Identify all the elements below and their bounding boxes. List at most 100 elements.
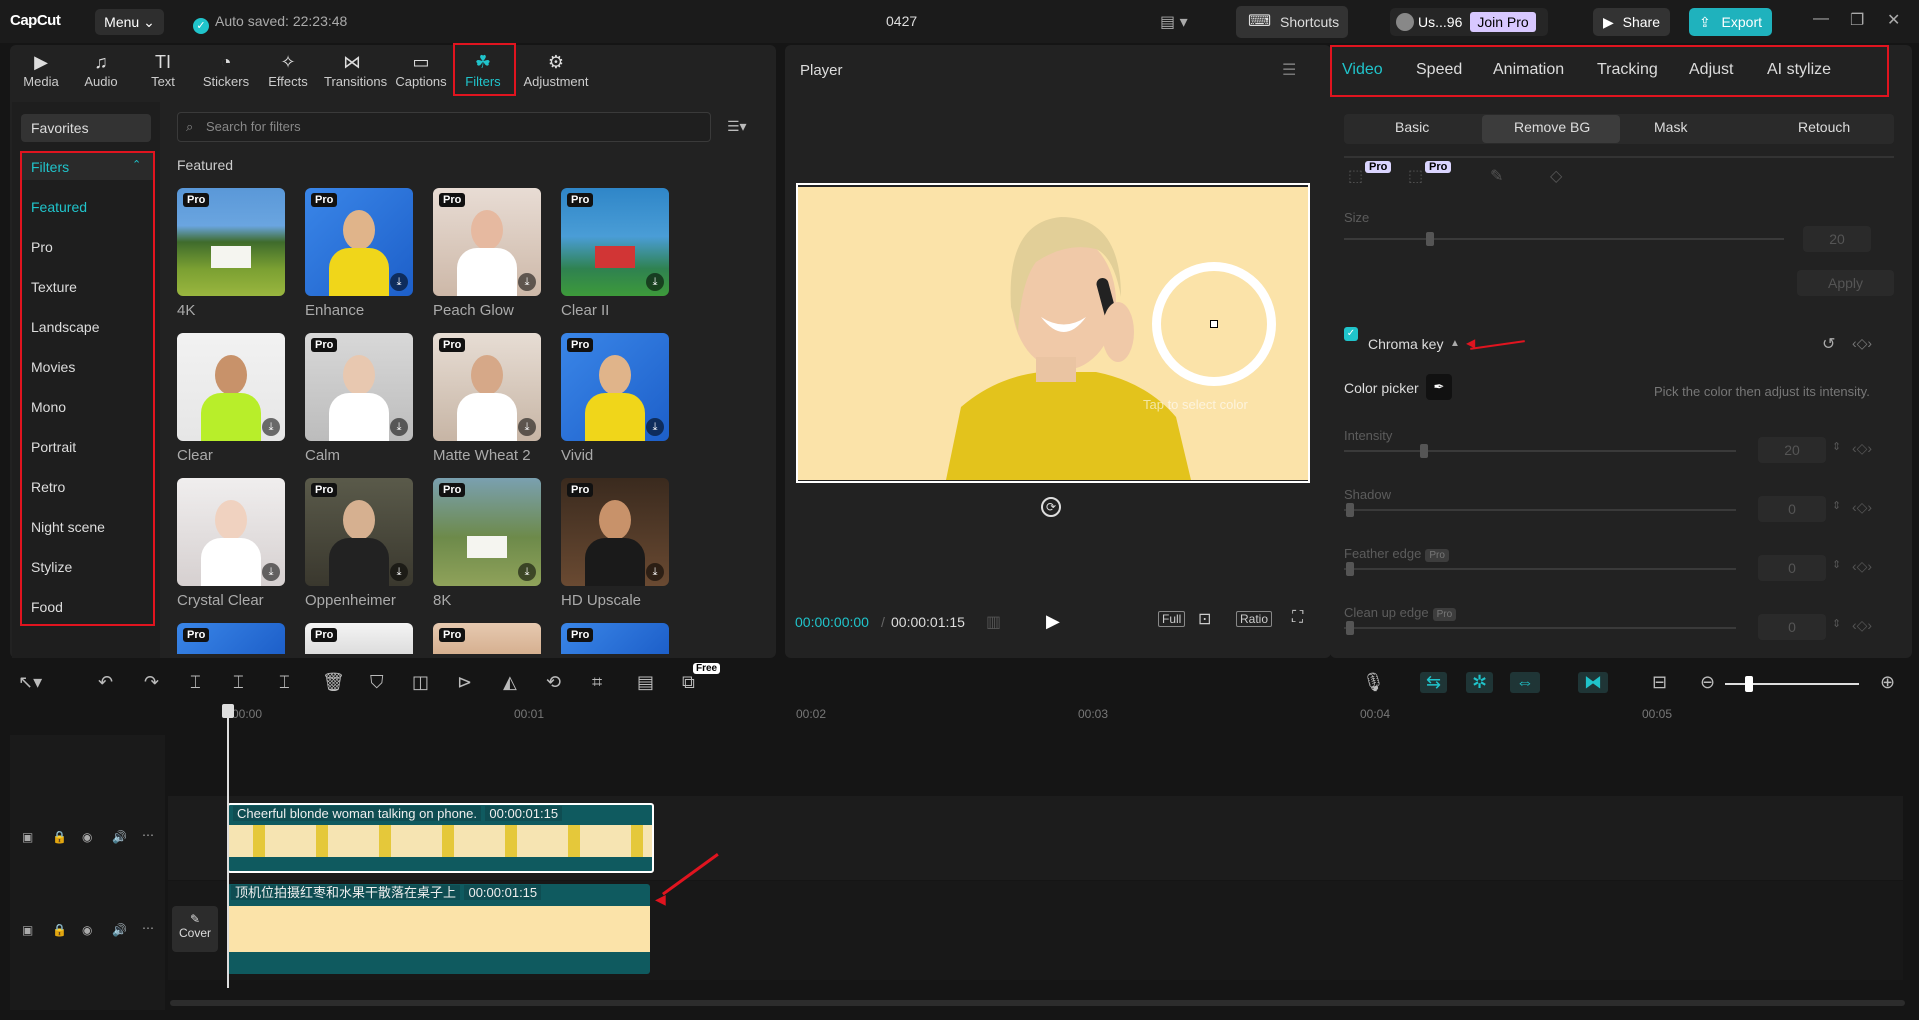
- tab-stickers[interactable]: ◔Stickers: [198, 50, 254, 89]
- tab-captions[interactable]: ▭Captions: [393, 50, 449, 89]
- filter-card[interactable]: ⤓Crystal Clear: [177, 478, 285, 609]
- stepper-icon[interactable]: ⇕: [1832, 440, 1841, 453]
- link-icon[interactable]: ⇆: [1420, 672, 1447, 693]
- download-icon[interactable]: ⤓: [518, 563, 536, 581]
- undo-icon[interactable]: ↶: [98, 672, 113, 693]
- subtab-remove-bg[interactable]: Remove BG: [1514, 119, 1590, 135]
- shadow-slider[interactable]: [1344, 509, 1736, 511]
- brush-icon[interactable]: ✎: [1490, 166, 1503, 186]
- category-texture[interactable]: Texture: [31, 279, 77, 295]
- stepper-icon[interactable]: ⇕: [1832, 499, 1841, 512]
- tab-speed[interactable]: Speed: [1416, 61, 1462, 79]
- lock-icon[interactable]: 🔒: [52, 830, 67, 844]
- download-icon[interactable]: ⤓: [646, 418, 664, 436]
- shield-icon[interactable]: ⛉: [370, 672, 384, 693]
- tab-media[interactable]: ▶Media: [13, 50, 69, 89]
- caret-up-icon[interactable]: ▲: [1450, 338, 1460, 349]
- tab-text[interactable]: TIText: [135, 50, 191, 89]
- filter-card[interactable]: Pro⤓Oppenheimer: [305, 478, 413, 609]
- download-icon[interactable]: ⤓: [518, 273, 536, 291]
- player-menu-icon[interactable]: ☰: [1282, 60, 1296, 80]
- video-clip-background[interactable]: 顶机位拍摄红枣和水果干散落在桌子上 00:00:01:15: [227, 884, 650, 974]
- chain-icon[interactable]: ⇔: [1510, 672, 1540, 693]
- volume-icon[interactable]: 🔊: [112, 830, 127, 844]
- tab-adjustment[interactable]: ⚙Adjustment: [517, 50, 595, 89]
- minimize-icon[interactable]: —: [1813, 10, 1829, 28]
- tab-ai-stylize[interactable]: AI stylize: [1767, 61, 1831, 79]
- preview-icon[interactable]: ⊟: [1652, 672, 1667, 693]
- eyedropper-icon[interactable]: ✒: [1426, 374, 1452, 400]
- cleanup-slider-knob[interactable]: [1346, 621, 1354, 635]
- filter-card[interactable]: Pro: [305, 623, 413, 654]
- user-account[interactable]: Us...96Join Pro: [1390, 8, 1548, 36]
- filter-card[interactable]: Pro: [561, 623, 669, 654]
- smart-brush-icon[interactable]: ⬚: [1348, 166, 1363, 186]
- tab-animation[interactable]: Animation: [1493, 61, 1564, 79]
- restore-icon[interactable]: ❐: [1850, 10, 1864, 30]
- subtab-mask[interactable]: Mask: [1654, 119, 1687, 135]
- tab-adjust[interactable]: Adjust: [1689, 61, 1733, 79]
- full-button[interactable]: Full: [1158, 611, 1185, 627]
- filter-card[interactable]: Pro: [177, 623, 285, 654]
- reset-icon[interactable]: ↺: [1822, 334, 1835, 354]
- keyframe-icon[interactable]: ‹◇›: [1852, 440, 1872, 457]
- category-portrait[interactable]: Portrait: [31, 439, 76, 455]
- split-left-icon[interactable]: ⌶: [233, 672, 244, 693]
- download-icon[interactable]: ⤓: [262, 563, 280, 581]
- filter-card[interactable]: Pro⤓Clear II: [561, 188, 669, 319]
- category-stylize[interactable]: Stylize: [31, 559, 72, 575]
- category-movies[interactable]: Movies: [31, 359, 75, 375]
- filter-search-input[interactable]: ⌕Search for filters: [177, 112, 711, 142]
- delete-icon[interactable]: 🗑: [322, 672, 345, 693]
- playhead[interactable]: [227, 708, 229, 988]
- apply-button[interactable]: Apply: [1797, 270, 1894, 296]
- cleanup-value[interactable]: 0: [1758, 614, 1826, 640]
- zoom-slider-knob[interactable]: [1745, 676, 1753, 692]
- shortcuts-button[interactable]: ⌨Shortcuts: [1236, 6, 1348, 38]
- playhead-handle[interactable]: [222, 704, 234, 718]
- keyframe-icon[interactable]: ‹◇›: [1852, 558, 1872, 575]
- tab-video[interactable]: Video: [1342, 61, 1383, 79]
- keyframe-icon[interactable]: ‹◇›: [1852, 617, 1872, 634]
- eraser-icon[interactable]: ◇: [1550, 166, 1562, 186]
- more-icon[interactable]: ⋯: [142, 921, 154, 935]
- filter-card[interactable]: Pro⤓Enhance: [305, 188, 413, 319]
- play-icon[interactable]: ▶: [1046, 611, 1060, 632]
- shadow-value[interactable]: 0: [1758, 496, 1826, 522]
- category-food[interactable]: Food: [31, 599, 63, 615]
- more-icon[interactable]: ⋯: [142, 828, 154, 842]
- feather-slider-knob[interactable]: [1346, 562, 1354, 576]
- caption-icon[interactable]: ▤: [637, 672, 654, 693]
- download-icon[interactable]: ⤓: [518, 418, 536, 436]
- mirror-icon[interactable]: ◭: [503, 672, 517, 693]
- split-right-icon[interactable]: ⌶: [279, 672, 290, 693]
- close-icon[interactable]: ✕: [1887, 10, 1900, 30]
- download-icon[interactable]: ⤓: [390, 273, 408, 291]
- subtab-retouch[interactable]: Retouch: [1798, 119, 1850, 135]
- download-icon[interactable]: ⤓: [646, 273, 664, 291]
- category-night-scene[interactable]: Night scene: [31, 519, 105, 535]
- split-icon[interactable]: ⌶: [190, 672, 201, 693]
- eye-icon[interactable]: ◉: [82, 923, 92, 937]
- share-button[interactable]: ▶Share: [1593, 8, 1670, 36]
- filter-card[interactable]: Pro4K: [177, 188, 285, 319]
- download-icon[interactable]: ⤓: [390, 563, 408, 581]
- tab-tracking[interactable]: Tracking: [1597, 61, 1658, 79]
- filter-card[interactable]: Pro⤓Calm: [305, 333, 413, 464]
- chroma-key-checkbox[interactable]: ✓: [1344, 327, 1358, 341]
- download-icon[interactable]: ⤓: [390, 418, 408, 436]
- join-pro-button[interactable]: Join Pro: [1470, 12, 1535, 32]
- video-clip-woman[interactable]: Cheerful blonde woman talking on phone. …: [227, 803, 654, 873]
- select-icon[interactable]: ↖▾: [18, 672, 42, 693]
- speed-icon[interactable]: ⊳: [457, 672, 472, 693]
- keyframe-icon[interactable]: ‹◇›: [1852, 499, 1872, 516]
- tab-audio[interactable]: ♫Audio: [73, 50, 129, 89]
- stepper-icon[interactable]: ⇕: [1832, 617, 1841, 630]
- sort-filter-icon[interactable]: ☰▾: [727, 118, 747, 135]
- tab-effects[interactable]: ✧Effects: [260, 50, 316, 89]
- filter-card[interactable]: Pro⤓8K: [433, 478, 541, 609]
- favorites-item[interactable]: Favorites: [21, 114, 151, 142]
- fullscreen-icon[interactable]: ⛶: [1292, 609, 1303, 627]
- category-landscape[interactable]: Landscape: [31, 319, 100, 335]
- export-button[interactable]: ⇪Export: [1689, 8, 1772, 36]
